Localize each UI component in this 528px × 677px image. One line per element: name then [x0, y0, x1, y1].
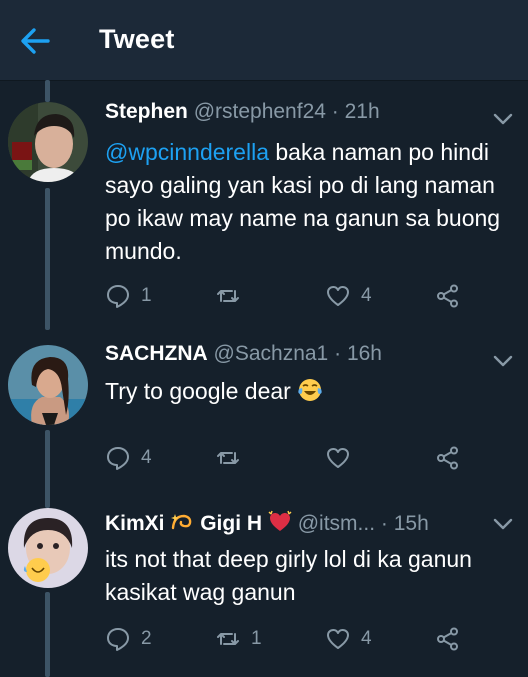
tweet-meta: KimXi Gigi H @itsm... · 15h: [105, 510, 429, 536]
reply-button[interactable]: 1: [105, 283, 152, 309]
avatar[interactable]: [8, 345, 88, 425]
reply-button[interactable]: 2: [105, 626, 152, 652]
retweet-button[interactable]: [215, 445, 251, 471]
display-name-part1[interactable]: KimXi: [105, 512, 165, 535]
retweet-icon: [217, 452, 239, 464]
separator: ·: [334, 342, 342, 365]
dizzy-icon: [171, 514, 192, 530]
top-app-bar: Tweet: [0, 0, 528, 81]
display-name[interactable]: SACHZNA: [105, 342, 208, 365]
retweet-icon: [217, 290, 239, 302]
thread-line-1: [45, 188, 50, 330]
heart-icon: [327, 286, 349, 306]
like-count: 4: [361, 285, 372, 306]
reply-count: 1: [141, 285, 152, 306]
like-count: 4: [361, 628, 372, 649]
like-button[interactable]: [325, 445, 361, 471]
handle: @rstephenf24: [193, 100, 326, 123]
back-arrow-icon[interactable]: [16, 22, 54, 60]
tweet-text: @wpcinnderella baka naman po hindi sayo …: [105, 136, 515, 268]
thread-line-2: [45, 430, 50, 508]
reply-count: 4: [141, 447, 152, 468]
like-button[interactable]: 4: [325, 283, 372, 309]
reply-icon: [107, 628, 129, 651]
reply-icon: [107, 447, 129, 470]
tweet-meta: Stephen @rstephenf24 · 21h: [105, 100, 380, 124]
avatar[interactable]: [8, 102, 88, 182]
tweet-body: Try to google dear: [105, 378, 291, 404]
action-bar: 4: [105, 445, 515, 471]
page-title: Tweet: [99, 24, 175, 54]
retweet-count: 1: [251, 628, 262, 649]
share-button[interactable]: [435, 283, 461, 309]
retweet-button[interactable]: 1: [215, 626, 262, 652]
timestamp: 15h: [393, 512, 429, 535]
handle: @itsm...: [297, 512, 376, 535]
chevron-down-icon[interactable]: [492, 354, 514, 368]
tweet-meta: SACHZNA @Sachzna1 · 16h: [105, 342, 382, 366]
like-button[interactable]: 4: [325, 626, 372, 652]
avatar[interactable]: [8, 508, 88, 588]
tweet-text: Try to google dear: [105, 375, 515, 408]
chevron-down-icon[interactable]: [492, 517, 514, 531]
separator: ·: [331, 100, 339, 123]
share-button[interactable]: [435, 626, 461, 652]
display-name-part2[interactable]: Gigi H: [200, 512, 262, 535]
share-icon: [437, 446, 458, 470]
thread-line-3: [45, 592, 50, 677]
retweet-button[interactable]: [215, 283, 251, 309]
heart-icon: [327, 448, 349, 468]
thread-line-top: [45, 80, 50, 102]
separator: ·: [380, 512, 388, 535]
timestamp: 21h: [344, 100, 380, 123]
chevron-down-icon[interactable]: [492, 112, 514, 126]
reply-button[interactable]: 4: [105, 445, 152, 471]
share-icon: [437, 627, 458, 651]
retweet-icon: [217, 633, 239, 645]
share-button[interactable]: [435, 445, 461, 471]
face-with-tears-of-joy-icon: [298, 379, 322, 401]
heart-icon: [327, 629, 349, 649]
timestamp: 16h: [346, 342, 382, 365]
growing-heart-icon: [268, 510, 292, 531]
share-icon: [437, 284, 458, 308]
action-bar: 1 4: [105, 283, 515, 309]
reply-icon: [107, 285, 129, 308]
display-name[interactable]: Stephen: [105, 100, 188, 123]
reply-count: 2: [141, 628, 152, 649]
tweet-text: its not that deep girly lol di ka ganun …: [105, 546, 472, 605]
handle: @Sachzna1: [213, 342, 329, 365]
action-bar: 2 1 4: [105, 626, 515, 652]
mention-link[interactable]: @wpcinnderella: [105, 139, 269, 165]
